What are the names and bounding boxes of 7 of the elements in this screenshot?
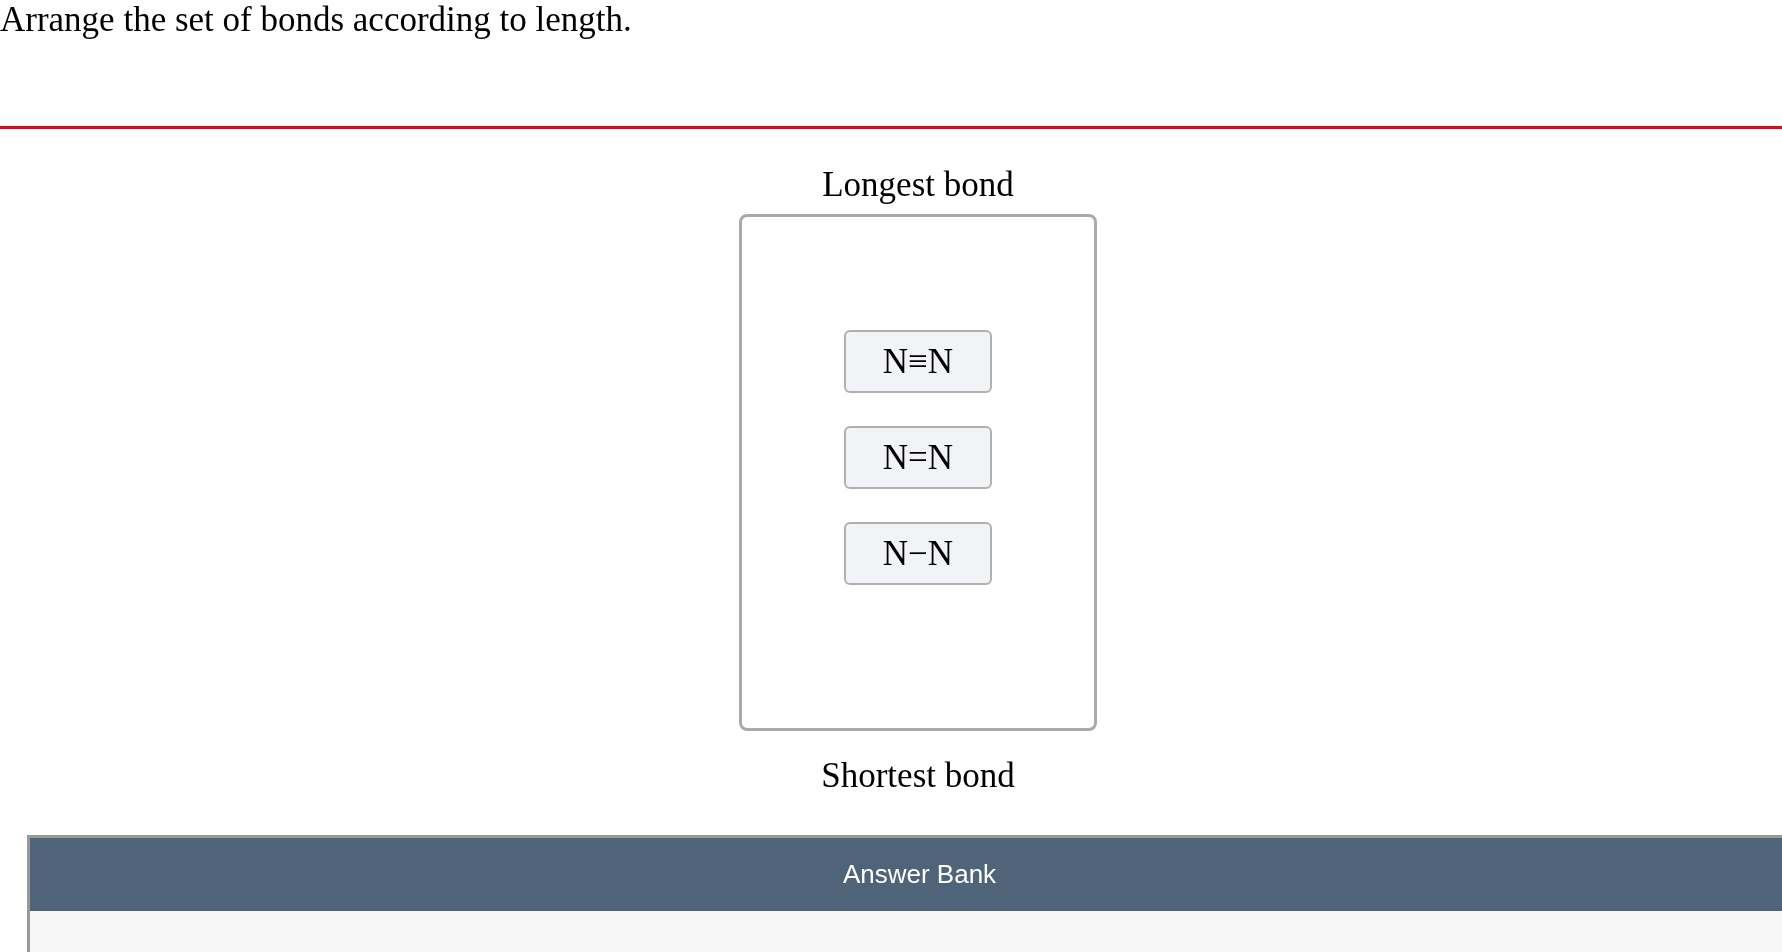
answer-chip[interactable]: N−N	[844, 522, 992, 585]
answer-bank-header: Answer Bank	[30, 838, 1782, 911]
answer-chip[interactable]: N=N	[844, 426, 992, 489]
ranking-label: Shortest bond	[821, 756, 1015, 796]
question-prompt: Arrange the set of bonds according to length.	[0, 0, 632, 40]
answer-chip[interactable]: N≡N	[844, 330, 992, 393]
ranking-label: Longest bond	[822, 165, 1014, 205]
